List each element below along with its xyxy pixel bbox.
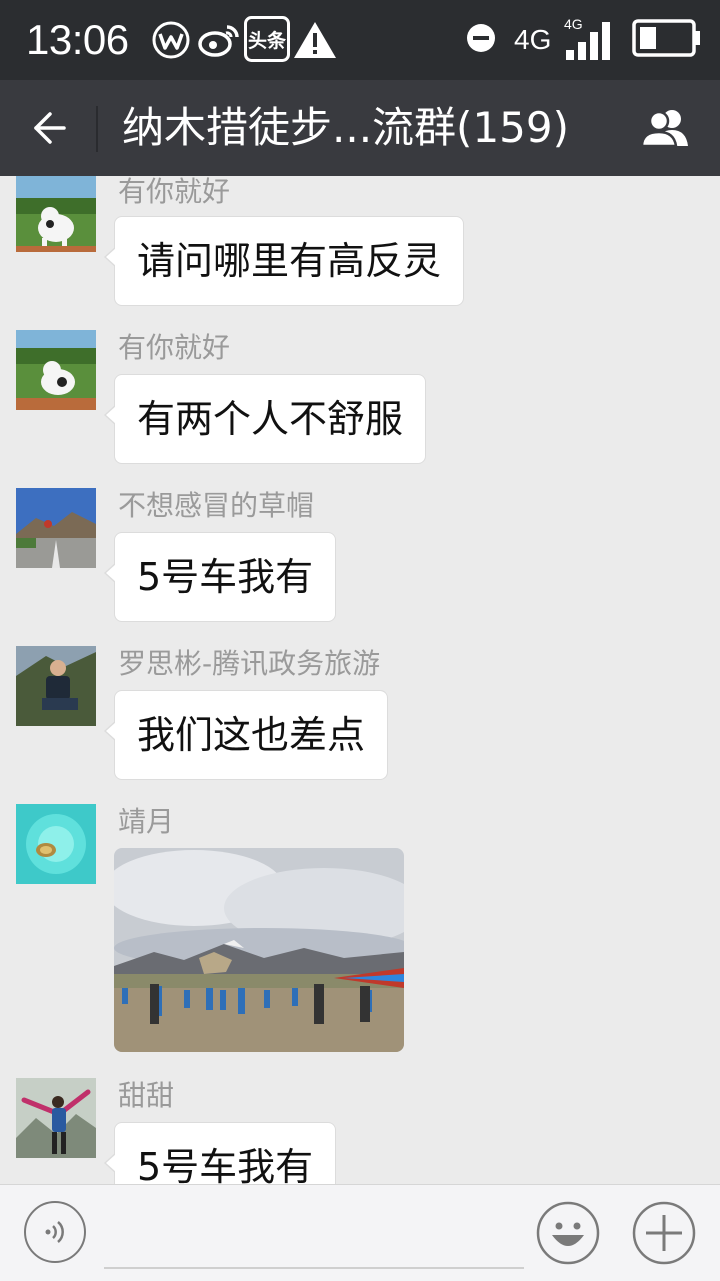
mountain-road-avatar: [16, 488, 96, 568]
message-bubble[interactable]: 我们这也差点: [103, 690, 389, 780]
back-arrow-icon: [34, 112, 66, 144]
sender-name: 有你就好: [118, 331, 231, 364]
sender-avatar[interactable]: [16, 330, 96, 410]
sender-avatar[interactable]: [16, 176, 96, 252]
plus-icon: [632, 1201, 696, 1265]
weibo-icon: [196, 20, 242, 60]
message-bubble[interactable]: 5号车我有: [103, 532, 337, 622]
sender-name: 不想感冒的草帽: [118, 489, 315, 522]
group-members-button[interactable]: [638, 104, 694, 152]
image-message[interactable]: [114, 848, 404, 1052]
emoji-icon: [536, 1201, 600, 1265]
network-label: 4G: [514, 24, 552, 55]
status-bar: 13:06 头条 4G 4G: [0, 0, 720, 80]
status-right-group: 4G 4G: [466, 16, 702, 64]
message-bubble[interactable]: 请问哪里有高反灵: [103, 216, 465, 306]
signal-icon: 4G: [564, 16, 616, 62]
plateau-group-photo: [114, 848, 404, 1052]
back-button[interactable]: [22, 104, 74, 152]
warning-icon: [292, 20, 338, 60]
weibo-w-icon: [150, 20, 192, 60]
woman-arms-up-avatar: [16, 1078, 96, 1158]
man-sitting-avatar: [16, 646, 96, 726]
sender-name: 靖月: [118, 805, 175, 838]
sender-avatar[interactable]: [16, 646, 96, 726]
message-list[interactable]: 有你就好 请问哪里有高反灵 有你就好 有两个人不舒服 不想感冒的草帽 5号车我有…: [0, 176, 720, 1184]
cow-garden-avatar: [16, 330, 96, 410]
voice-icon: [45, 1221, 64, 1243]
network-type: 4G: [514, 20, 554, 60]
sender-name: 有你就好: [118, 176, 231, 208]
voice-button[interactable]: [24, 1201, 86, 1263]
cow-garden-avatar: [16, 176, 96, 252]
sender-avatar[interactable]: [16, 488, 96, 568]
sender-avatar[interactable]: [16, 804, 96, 884]
status-time: 13:06: [26, 16, 129, 63]
sender-name: 罗思彬-腾讯政务旅游: [118, 647, 381, 680]
header-divider: [96, 106, 98, 152]
input-bar: [0, 1184, 720, 1281]
toutiao-icon: 头条: [244, 16, 290, 62]
sender-avatar[interactable]: [16, 1078, 96, 1158]
group-members-icon: [640, 110, 688, 148]
message-input[interactable]: [104, 1205, 524, 1269]
chat-title: 纳木措徒步...流群(159): [122, 103, 569, 152]
battery-icon: [632, 18, 702, 62]
chat-header: 纳木措徒步...流群(159): [0, 80, 720, 176]
do-not-disturb-icon: [466, 23, 496, 57]
message-bubble[interactable]: 5号车我有: [103, 1122, 337, 1184]
sender-name: 甜甜: [118, 1079, 175, 1112]
turtle-water-avatar: [16, 804, 96, 884]
more-button[interactable]: [632, 1201, 696, 1265]
toutiao-label: 头条: [247, 29, 286, 52]
emoji-button[interactable]: [536, 1201, 600, 1265]
message-bubble[interactable]: 有两个人不舒服: [103, 374, 427, 464]
